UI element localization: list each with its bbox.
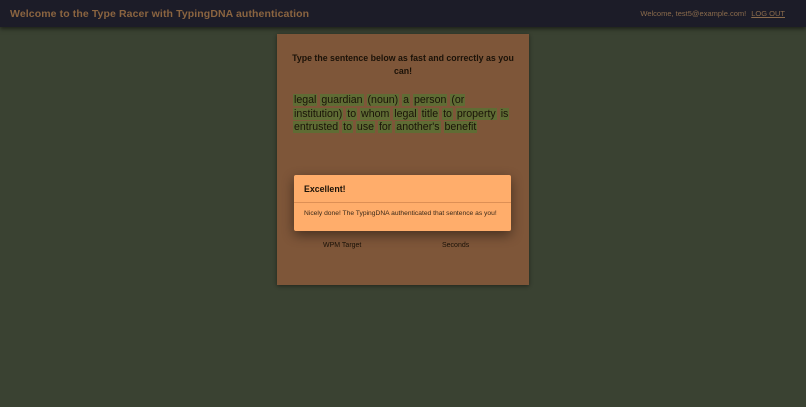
sentence-word: guardian [320, 94, 364, 106]
seconds-label: Seconds [442, 242, 470, 249]
sentence-word: legal [293, 94, 318, 106]
modal-message: Nicely done! The TypingDNA authenticated… [304, 210, 497, 217]
sentence-word: entrusted [293, 121, 340, 133]
sentence-word: to [342, 121, 353, 133]
typing-card: Type the sentence below as fast and corr… [277, 34, 529, 285]
sentence-word: use [355, 121, 376, 133]
sentence-word: to [346, 107, 358, 120]
logout-button[interactable]: LOG OUT [751, 9, 785, 18]
sentence-word: institution) [293, 107, 344, 120]
sentence-word: another's [395, 121, 441, 133]
sentence-word: to [442, 107, 453, 120]
sentence-word: benefit [443, 121, 478, 133]
sentence-word: (noun) [366, 94, 400, 106]
instruction-text: Type the sentence below as fast and corr… [292, 53, 514, 76]
sentence-word: person [412, 94, 448, 106]
sentence-word: legal [393, 107, 418, 120]
app-title: Welcome to the Type Racer with TypingDNA… [10, 7, 310, 20]
sentence-word: for [377, 121, 393, 133]
top-navbar: Welcome to the Type Racer with TypingDNA… [0, 0, 806, 27]
sentence-word: whom [360, 107, 391, 120]
sentence-word: (or [450, 94, 466, 106]
sentence-word: property [455, 107, 497, 120]
wpm-target-label: WPM Target [323, 242, 362, 249]
sentence-word: title [420, 107, 440, 120]
modal-title: Excellent! [304, 184, 346, 194]
modal-divider [294, 202, 511, 203]
sentence-word: is [499, 107, 510, 120]
welcome-message: Welcome, test5@example.com! [640, 9, 747, 18]
target-sentence: legal guardian (noun) a person (or insti… [293, 94, 515, 135]
user-area: Welcome, test5@example.com! LOG OUT [640, 9, 796, 18]
success-modal: Excellent! Nicely done! The TypingDNA au… [294, 175, 511, 231]
sentence-word: a [402, 94, 411, 106]
